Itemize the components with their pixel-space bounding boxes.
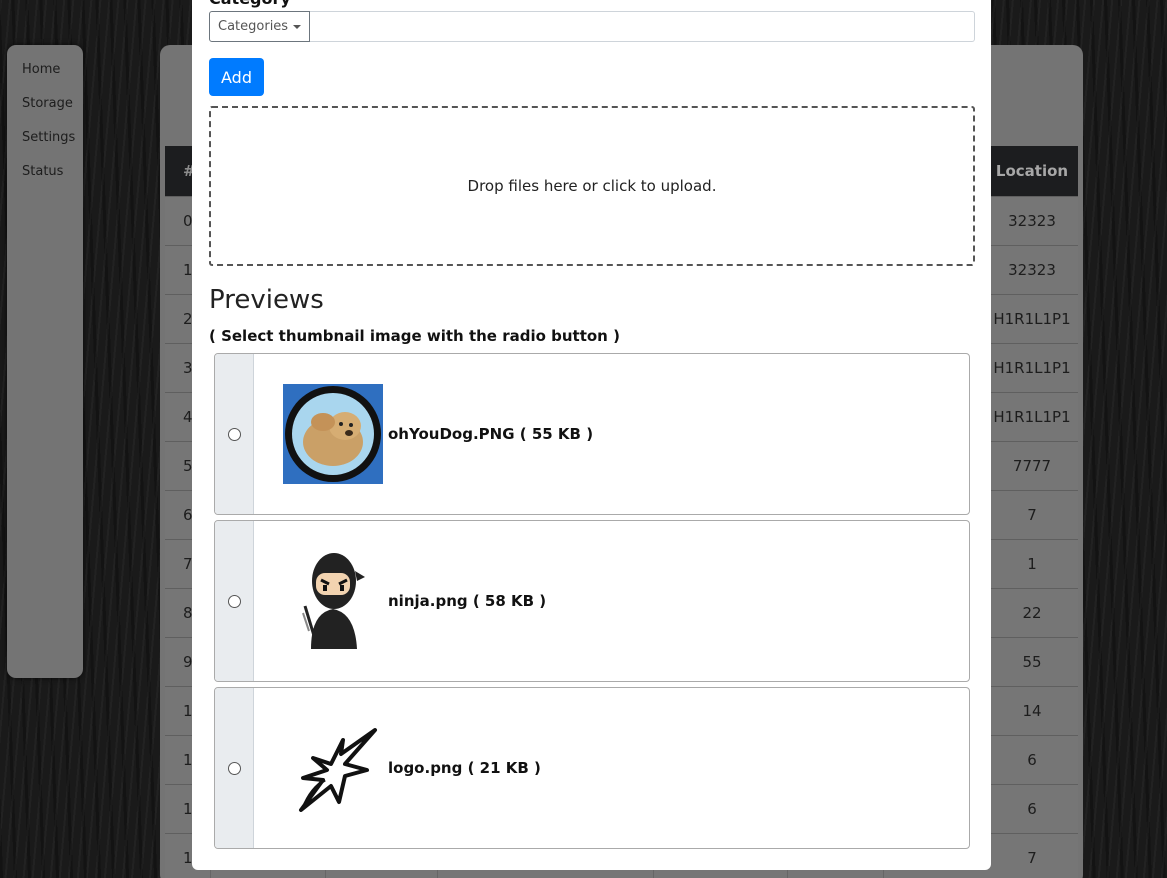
file-name: ohYouDog.PNG	[388, 425, 515, 443]
thumbnail-radio[interactable]	[227, 761, 241, 775]
radio-cell	[215, 688, 254, 848]
row-location: 7	[986, 489, 1078, 539]
column-header-location: Location	[986, 146, 1078, 196]
caret-down-icon	[293, 24, 302, 29]
previews-title: Previews	[209, 285, 324, 315]
category-input[interactable]	[310, 11, 975, 42]
radio-cell	[215, 521, 254, 681]
row-location: H1R1L1P1	[986, 391, 1078, 441]
categories-dropdown[interactable]: Categories	[209, 11, 311, 42]
sidebar-item-settings[interactable]: Settings	[7, 129, 83, 163]
preview-item: logo.png ( 21 KB )	[214, 687, 970, 849]
ninja-thumbnail-icon	[283, 551, 383, 651]
preview-content: ohYouDog.PNG ( 55 KB )	[254, 354, 593, 514]
row-location: H1R1L1P1	[986, 293, 1078, 343]
preview-item: ninja.png ( 58 KB )	[214, 520, 970, 682]
file-name: logo.png	[388, 759, 463, 777]
dog-thumbnail-icon	[283, 384, 383, 484]
thumbnail-radio[interactable]	[227, 427, 241, 441]
row-location: 7777	[986, 440, 1078, 490]
row-location: 1	[986, 538, 1078, 588]
file-dropzone[interactable]: Drop files here or click to upload.	[209, 106, 975, 266]
preview-item: ohYouDog.PNG ( 55 KB )	[214, 353, 970, 515]
row-location: 14	[986, 685, 1078, 735]
radio-cell	[215, 354, 254, 514]
thumbnail-radio[interactable]	[227, 594, 241, 608]
preview-content: logo.png ( 21 KB )	[254, 688, 541, 848]
add-button[interactable]: Add	[209, 58, 264, 96]
sidebar-item-status[interactable]: Status	[7, 163, 83, 197]
preview-list: ohYouDog.PNG ( 55 KB ) ninja.png (58 KB…	[214, 353, 970, 854]
file-name: ninja.png	[388, 592, 468, 610]
category-input-group: Categories	[209, 11, 975, 42]
row-location: 22	[986, 587, 1078, 637]
file-label: ohYouDog.PNG ( 55 KB )	[388, 425, 593, 443]
row-location: 6	[986, 734, 1078, 784]
sidebar-item-home[interactable]: Home	[7, 61, 83, 95]
row-location: H1R1L1P1	[986, 342, 1078, 392]
row-location: 6	[986, 783, 1078, 833]
file-label: ninja.png ( 58 KB )	[388, 592, 546, 610]
previews-hint: ( Select thumbnail image with the radio …	[209, 327, 620, 345]
preview-content: ninja.png ( 58 KB )	[254, 521, 546, 681]
file-size: ( 21 KB )	[467, 759, 541, 777]
sidebar: Home Storage Settings Status	[7, 45, 83, 678]
file-size: ( 55 KB )	[519, 425, 594, 443]
upload-modal: Category Categories Add Drop files here …	[192, 0, 991, 870]
row-location: 32323	[986, 244, 1078, 294]
category-label: Category	[209, 0, 291, 8]
file-size: ( 58 KB )	[472, 592, 547, 610]
row-location: 7	[986, 832, 1078, 878]
sidebar-item-storage[interactable]: Storage	[7, 95, 83, 129]
file-label: logo.png ( 21 KB )	[388, 759, 541, 777]
dropzone-text: Drop files here or click to upload.	[467, 177, 717, 195]
star-logo-icon	[283, 718, 383, 818]
row-location: 32323	[986, 195, 1078, 245]
row-location: 55	[986, 636, 1078, 686]
categories-dropdown-label: Categories	[218, 19, 289, 34]
